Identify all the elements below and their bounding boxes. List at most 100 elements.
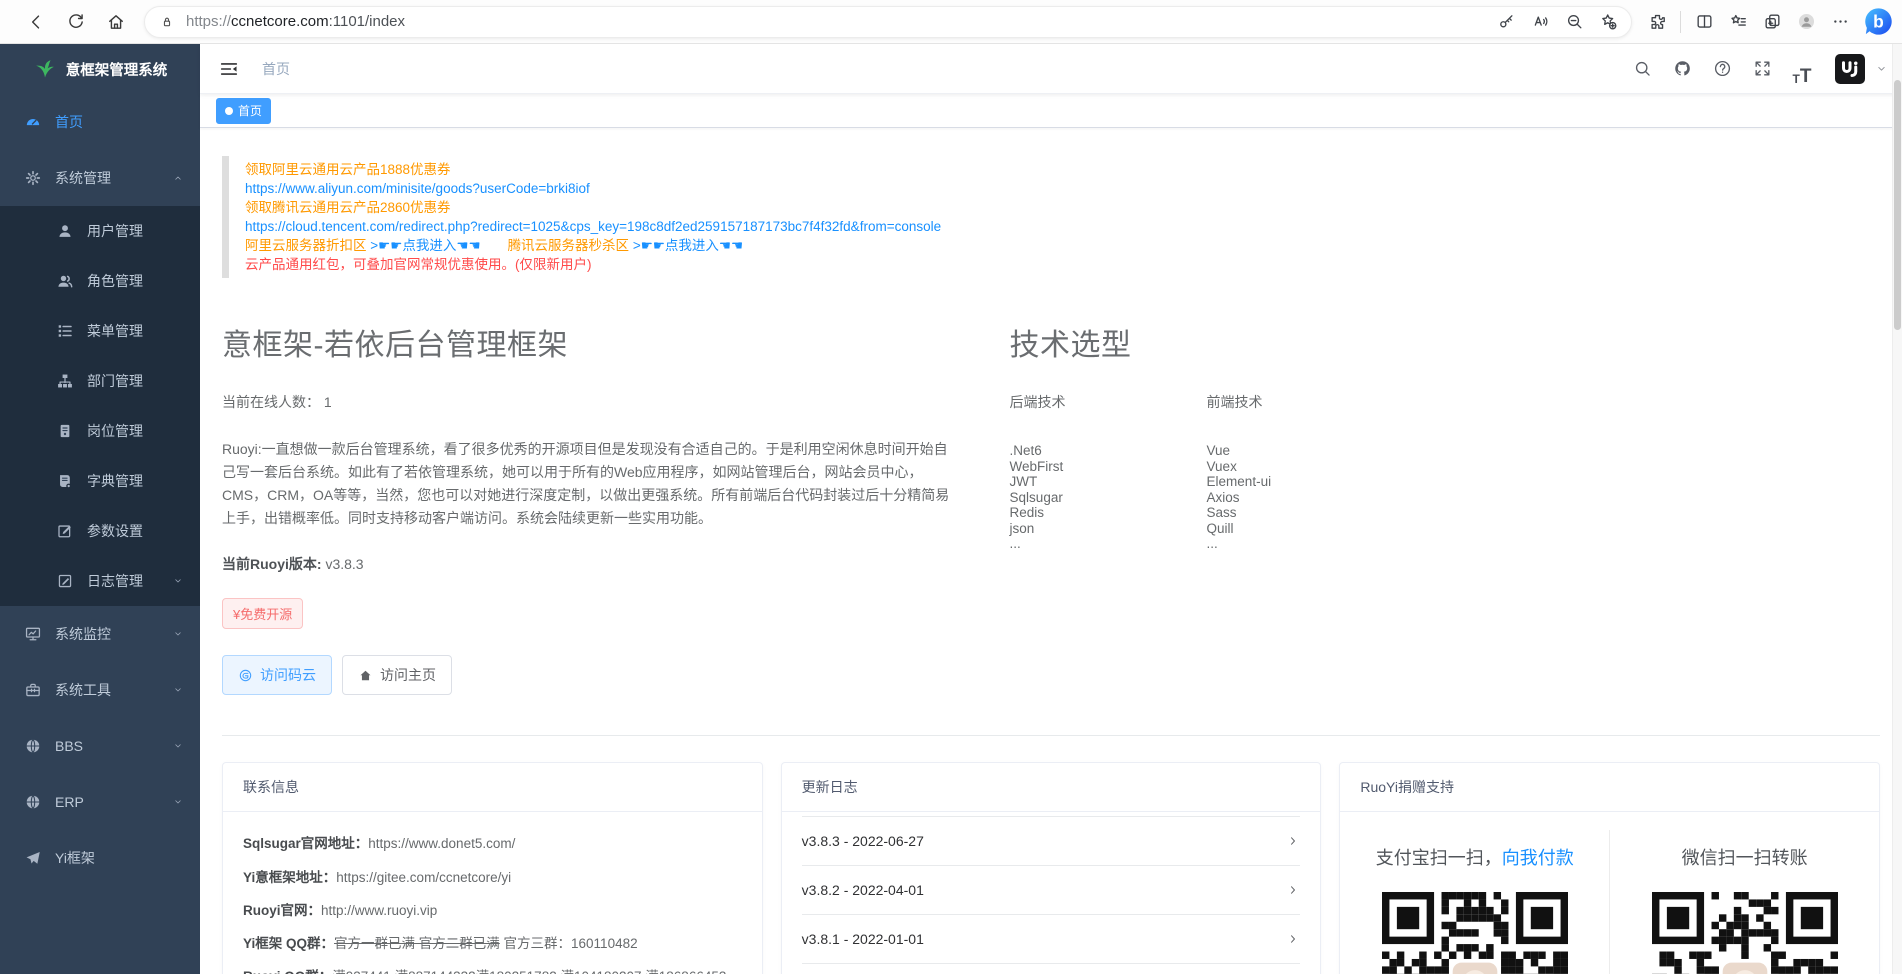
- breadcrumb[interactable]: 首页: [262, 59, 290, 79]
- tech-item: json: [1010, 521, 1207, 537]
- notice-link[interactable]: >☛☛点我进入☚☚: [370, 238, 480, 253]
- visit-gitee-button[interactable]: 访问码云: [222, 655, 332, 695]
- tech-item: Vue: [1207, 443, 1404, 459]
- user-icon: [56, 222, 74, 240]
- sidebar-item-log-management[interactable]: 日志管理: [0, 556, 200, 606]
- version-line: 当前Ruoyi版本: v3.8.3: [222, 554, 950, 574]
- sidebar-item-dept-management[interactable]: 部门管理: [0, 356, 200, 406]
- gear-icon: [24, 169, 42, 187]
- changelog-item[interactable]: v3.8.2 - 2022-04-01: [802, 866, 1301, 915]
- contact-label: Yi框架 QQ群：: [243, 936, 334, 951]
- password-key-icon[interactable]: [1489, 7, 1523, 37]
- github-icon[interactable]: [1665, 52, 1699, 86]
- bing-copilot-icon[interactable]: b: [1863, 6, 1894, 37]
- sidebar-item-erp[interactable]: ERP: [0, 774, 200, 830]
- chevron-right-icon: [1286, 834, 1300, 848]
- read-aloud-icon[interactable]: [1523, 7, 1557, 37]
- changelog-version: v3.8.2 - 2022-04-01: [802, 882, 924, 898]
- scrollbar-thumb[interactable]: [1894, 80, 1901, 330]
- notice-line: https://cloud.tencent.com/redirect.php?r…: [245, 217, 1880, 236]
- logo-leaf-icon: [33, 57, 57, 81]
- tech-item: .Net6: [1010, 443, 1207, 459]
- chevron-right-icon: [1286, 883, 1300, 897]
- sidebar-item-system-monitor[interactable]: 系统监控: [0, 606, 200, 662]
- tech-item: Sqlsugar: [1010, 490, 1207, 506]
- changelog-version: v3.8.1 - 2022-01-01: [802, 931, 924, 947]
- changelog-item[interactable]: v3.8.3 - 2022-06-27: [802, 817, 1301, 866]
- zoom-out-icon[interactable]: [1557, 7, 1591, 37]
- tech-title: 技术选型: [1010, 320, 1880, 364]
- monitor-icon: [24, 625, 42, 643]
- sidebar-item-label: 字典管理: [87, 471, 143, 491]
- refresh-icon[interactable]: [56, 3, 96, 41]
- browser-toolbar: https://ccnetcore.com:1101/index b: [0, 0, 1902, 44]
- app-logo-row[interactable]: 意框架管理系统: [0, 44, 200, 94]
- avatar-caret-icon[interactable]: [1875, 62, 1888, 75]
- back-icon[interactable]: [16, 3, 56, 41]
- sidebar-item-label: 系统工具: [55, 680, 111, 700]
- plane-icon: [24, 849, 42, 867]
- notice-link[interactable]: >☛☛点我进入☚☚: [633, 238, 743, 253]
- pay-me-link[interactable]: 向我付款: [1502, 848, 1574, 868]
- sidebar-item-label: 部门管理: [87, 371, 143, 391]
- backend-heading: 后端技术: [1010, 392, 1207, 412]
- profile-avatar[interactable]: [1789, 7, 1823, 37]
- sidebar-item-param-settings[interactable]: 参数设置: [0, 506, 200, 556]
- collapse-menu-icon[interactable]: [214, 54, 244, 84]
- top-navbar: 首页 TT: [200, 44, 1902, 94]
- extensions-icon[interactable]: [1640, 7, 1674, 37]
- tech-item: ...: [1010, 536, 1207, 552]
- sidebar-item-label: 系统监控: [55, 624, 111, 644]
- sidebar-item-menu-management[interactable]: 菜单管理: [0, 306, 200, 356]
- notice-link[interactable]: https://www.aliyun.com/minisite/goods?us…: [245, 181, 590, 196]
- search-icon[interactable]: [1625, 52, 1659, 86]
- fullscreen-icon[interactable]: [1745, 52, 1779, 86]
- tech-item: ...: [1207, 536, 1404, 552]
- visit-homepage-button[interactable]: 访问主页: [342, 655, 452, 695]
- url-text[interactable]: https://ccnetcore.com:1101/index: [186, 13, 1489, 30]
- alipay-caption: 支付宝扫一扫，向我付款: [1340, 844, 1609, 870]
- sidebar-item-system-tools[interactable]: 系统工具: [0, 662, 200, 718]
- sidebar-item-yi-framework[interactable]: Yi框架: [0, 830, 200, 886]
- sidebar-item-post-management[interactable]: 岗位管理: [0, 406, 200, 456]
- page-title: 意框架-若依后台管理框架: [222, 320, 950, 364]
- user-avatar-logo[interactable]: [1835, 54, 1865, 84]
- changelog-item[interactable]: v3.8.1 - 2022-01-01: [802, 915, 1301, 964]
- page-scrollbar[interactable]: [1892, 44, 1902, 974]
- contact-value: https://www.donet5.com/: [368, 836, 515, 851]
- sidebar-item-label: ERP: [55, 794, 84, 810]
- font-size-icon[interactable]: TT: [1785, 52, 1819, 86]
- log-icon: [56, 572, 74, 590]
- contact-card: 联系信息 Sqlsugar官网地址：https://www.donet5.com…: [222, 762, 763, 974]
- tab-home[interactable]: 首页: [216, 98, 271, 124]
- dashboard-icon: [24, 113, 42, 131]
- sidebar-item-role-management[interactable]: 角色管理: [0, 256, 200, 306]
- split-screen-icon[interactable]: [1687, 7, 1721, 37]
- browser-home-icon[interactable]: [96, 3, 136, 41]
- collections-icon[interactable]: [1755, 7, 1789, 37]
- contact-row: Yi框架 QQ群：官方一群已满 官方二群已满 官方三群：160110482: [243, 934, 742, 954]
- sidebar-item-bbs[interactable]: BBS: [0, 718, 200, 774]
- more-options-icon[interactable]: [1823, 7, 1857, 37]
- sidebar-item-system-management[interactable]: 系统管理: [0, 150, 200, 206]
- contact-label: Sqlsugar官网地址：: [243, 836, 368, 851]
- wechat-caption: 微信扫一扫转账: [1610, 844, 1879, 870]
- sidebar-item-label: 角色管理: [87, 271, 143, 291]
- sidebar-item-dict-management[interactable]: 字典管理: [0, 456, 200, 506]
- changelog-item[interactable]: v3.8.0 - 2021-12-01: [802, 964, 1301, 974]
- contact-card-title: 联系信息: [223, 763, 762, 812]
- sidebar-item-home[interactable]: 首页: [0, 94, 200, 150]
- address-bar[interactable]: https://ccnetcore.com:1101/index: [144, 6, 1632, 38]
- tech-item: Vuex: [1207, 459, 1404, 475]
- help-icon[interactable]: [1705, 52, 1739, 86]
- contact-value: 官方一群已满 官方二群已满: [334, 936, 500, 951]
- add-favorite-icon[interactable]: [1591, 7, 1625, 37]
- sidebar-item-user-management[interactable]: 用户管理: [0, 206, 200, 256]
- free-open-source-tag[interactable]: ¥免费开源: [222, 598, 303, 629]
- tech-item: Axios: [1207, 490, 1404, 506]
- favorites-icon[interactable]: [1721, 7, 1755, 37]
- online-count: 当前在线人数： 1: [222, 392, 950, 412]
- notice-link[interactable]: https://cloud.tencent.com/redirect.php?r…: [245, 219, 941, 234]
- donate-card-title: RuoYi捐赠支持: [1340, 763, 1879, 812]
- sidebar-item-label: 菜单管理: [87, 321, 143, 341]
